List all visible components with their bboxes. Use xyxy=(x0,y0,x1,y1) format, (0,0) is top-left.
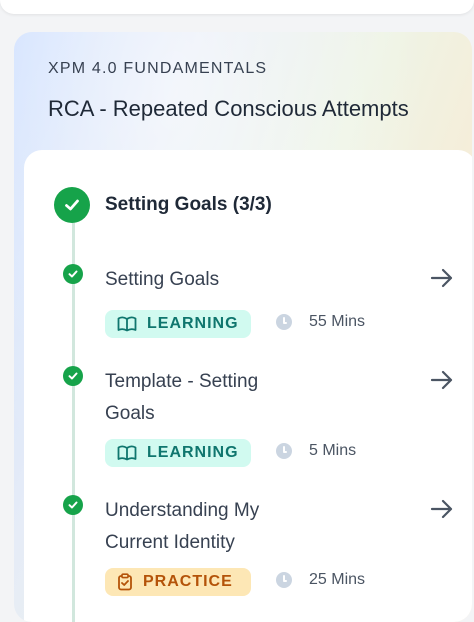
learning-badge: LEARNING xyxy=(105,439,251,467)
arrow-right-icon[interactable] xyxy=(429,367,455,393)
practice-badge: PRACTICE xyxy=(105,568,251,596)
lesson-duration: 25 Mins xyxy=(276,571,365,589)
lesson-complete-check-icon xyxy=(63,495,83,515)
lesson-title: Template - Setting Goals xyxy=(105,371,259,424)
course-title: RCA - Repeated Conscious Attempts xyxy=(48,96,409,121)
learning-badge: LEARNING xyxy=(105,310,251,338)
lesson-duration: 5 Mins xyxy=(276,442,356,460)
arrow-right-icon[interactable] xyxy=(429,265,455,291)
module-panel: Setting Goals (3/3) Setting Goals LEARNI… xyxy=(24,150,472,622)
course-kicker: XPM 4.0 FUNDAMENTALS xyxy=(48,60,268,77)
clock-icon xyxy=(276,443,292,459)
course-card: XPM 4.0 FUNDAMENTALS RCA - Repeated Cons… xyxy=(14,32,472,622)
lesson-complete-check-icon xyxy=(63,366,83,386)
arrow-right-icon[interactable] xyxy=(429,496,455,522)
previous-card xyxy=(0,0,474,14)
section-complete-check-icon xyxy=(54,187,90,223)
lesson-title: Understanding My Current Identity xyxy=(105,500,260,553)
clock-icon xyxy=(276,572,292,588)
lesson-complete-check-icon xyxy=(63,264,83,284)
clock-icon xyxy=(276,314,292,330)
lesson-title: Setting Goals xyxy=(105,269,220,290)
lesson-duration: 55 Mins xyxy=(276,313,365,331)
book-open-icon xyxy=(117,316,137,332)
clipboard-check-icon xyxy=(117,573,133,591)
book-open-icon xyxy=(117,445,137,461)
section-title[interactable]: Setting Goals (3/3) xyxy=(105,194,272,216)
